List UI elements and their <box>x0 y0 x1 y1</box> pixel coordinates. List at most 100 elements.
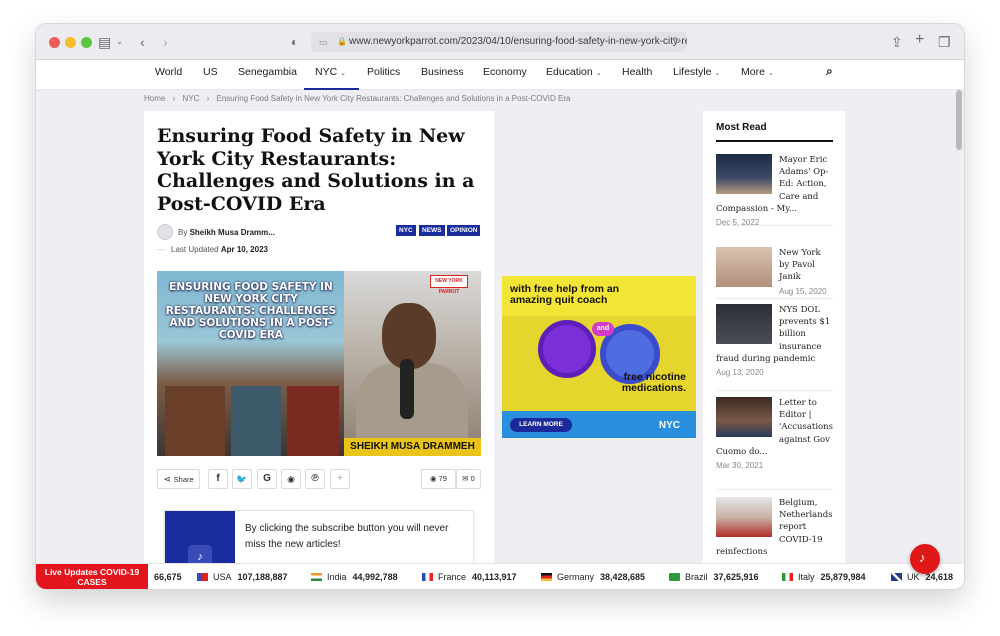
sidebar-toggle-icon[interactable]: ▤ <box>98 33 111 51</box>
lock-icon: 🔒 <box>337 37 347 46</box>
most-read-date: Aug 15, 2020 <box>779 286 827 296</box>
share-icon[interactable]: ⇪ <box>891 33 903 51</box>
hero-headline: ENSURING FOOD SAFETY IN NEW YORK CITY RE… <box>165 281 337 341</box>
nav-item-senegambia[interactable]: Senegambia <box>238 60 297 90</box>
article-card: Ensuring Food Safety in New York City Re… <box>144 111 494 583</box>
ad-banner[interactable]: with free help from an amazing quit coac… <box>502 276 696 438</box>
most-read-date: Mar 30, 2021 <box>716 461 764 471</box>
nav-item-health[interactable]: Health <box>622 60 652 90</box>
eye-icon: ◉ <box>430 474 437 483</box>
tab-overview-icon[interactable]: ❐ <box>938 33 951 51</box>
nav-item-world[interactable]: World <box>155 60 182 90</box>
breadcrumb: Home › NYC › Ensuring Food Safety in New… <box>144 94 570 103</box>
more-share-icon[interactable]: + <box>330 469 350 489</box>
breadcrumb-current: Ensuring Food Safety in New York City Re… <box>216 94 571 103</box>
article-thumbnail[interactable] <box>716 304 772 344</box>
article-thumbnail[interactable] <box>716 154 772 194</box>
chevron-down-icon: ⌄ <box>340 70 347 77</box>
privacy-shield-icon[interactable]: ◐ <box>291 33 298 51</box>
article-thumbnail[interactable] <box>716 397 772 437</box>
ad-and-badge: and <box>592 322 614 336</box>
most-read-date: Aug 13, 2020 <box>716 368 764 378</box>
updated-label: Last Updated <box>171 245 219 254</box>
india-flag-icon <box>311 573 322 581</box>
comments-count[interactable]: ✉ 0 <box>456 469 481 489</box>
country-value: 107,188,887 <box>237 572 288 582</box>
most-read-item[interactable]: Mayor Eric Adams' Op-Ed: Action, Care an… <box>716 154 833 227</box>
breadcrumb-home[interactable]: Home <box>144 94 165 103</box>
nav-item-economy[interactable]: Economy <box>483 60 527 90</box>
breadcrumb-section[interactable]: NYC <box>182 94 199 103</box>
google-icon[interactable]: G <box>257 469 277 489</box>
ticker-value: 66,675 <box>148 564 182 589</box>
chevron-down-icon: ⌄ <box>714 70 721 77</box>
learn-more-button[interactable]: LEARN MORE <box>510 418 572 432</box>
ticker-item-france: France 40,113,917 <box>422 564 517 589</box>
nav-item-politics[interactable]: Politics <box>367 60 400 90</box>
most-read-item[interactable]: Belgium, Netherlands report COVID-19 rei… <box>716 497 833 558</box>
twitter-icon[interactable]: 🐦 <box>232 469 252 489</box>
country-value: 24,618 <box>925 572 954 582</box>
facebook-icon[interactable]: f <box>208 469 228 489</box>
country-name: Germany <box>557 572 595 582</box>
article-thumbnail[interactable] <box>716 497 772 537</box>
tag-news[interactable]: NEWS <box>419 225 445 236</box>
hero-image[interactable]: ENSURING FOOD SAFETY IN NEW YORK CITY RE… <box>157 271 481 456</box>
ticker-item-usa: USA 107,188,887 <box>197 564 288 589</box>
nav-item-education[interactable]: Education ⌄ <box>546 60 602 90</box>
italy-flag-icon <box>782 573 793 581</box>
nav-item-more[interactable]: More ⌄ <box>741 60 774 90</box>
title-rule <box>716 140 833 142</box>
notification-bell-button[interactable]: ♪ <box>910 544 940 574</box>
search-icon[interactable]: ⌕ <box>826 59 833 89</box>
tag-opinion[interactable]: OPINION <box>447 225 481 236</box>
most-read-item[interactable]: Letter to Editor | 'Accusations against … <box>716 397 833 470</box>
most-read-item[interactable]: New York by Pavol Janik Aug 15, 2020 <box>716 247 833 296</box>
author-avatar[interactable] <box>157 224 173 240</box>
close-window-button[interactable] <box>49 37 60 48</box>
back-icon[interactable]: ‹ <box>140 33 145 51</box>
country-value: 40,113,917 <box>472 572 517 582</box>
pinterest-icon[interactable]: ℗ <box>305 469 325 489</box>
browser-window: ▤ ⌄ ‹ › ◐ ▭ 🔒 www.newyorkparrot.com/2023… <box>36 24 964 589</box>
share-button[interactable]: ⋖ Share <box>157 469 200 489</box>
url-text: www.newyorkparrot.com/2023/04/10/ensurin… <box>349 36 687 47</box>
browser-titlebar: ▤ ⌄ ‹ › ◐ ▭ 🔒 www.newyorkparrot.com/2023… <box>36 24 964 60</box>
nav-item-label: More <box>741 66 765 78</box>
reload-icon[interactable]: ↻ <box>673 32 681 52</box>
ticker-leading-value: 66,675 <box>154 572 182 582</box>
divider <box>716 225 833 226</box>
hero-restaurant-scene: ENSURING FOOD SAFETY IN NEW YORK CITY RE… <box>157 271 344 456</box>
us-flag-icon <box>197 573 208 581</box>
address-bar[interactable]: ▭ 🔒 www.newyorkparrot.com/2023/04/10/ens… <box>311 32 687 52</box>
tag-nyc[interactable]: NYC <box>396 225 416 236</box>
nav-item-lifestyle[interactable]: Lifestyle ⌄ <box>673 60 720 90</box>
page-scrollbar[interactable] <box>956 90 962 150</box>
covid-ticker: Live Updates COVID-19 CASES 66,675 USA 10… <box>36 563 964 589</box>
hero-name-banner: SHEIKH MUSA DRAMMEH <box>344 438 481 456</box>
author-name[interactable]: Sheikh Musa Dramm... <box>190 228 275 237</box>
nav-item-label: NYC <box>315 66 338 78</box>
nav-item-nyc[interactable]: NYC ⌄ <box>304 60 360 90</box>
forward-icon[interactable]: › <box>163 33 168 51</box>
share-label: Share <box>173 475 194 484</box>
zoom-window-button[interactable] <box>81 37 92 48</box>
microphone-icon <box>400 359 414 419</box>
country-name: USA <box>213 572 232 582</box>
most-read-item[interactable]: NYS DOL prevents $1 billion insurance fr… <box>716 304 833 377</box>
chevron-down-icon[interactable]: ⌄ <box>116 33 123 51</box>
reddit-icon[interactable]: ◉ <box>281 469 301 489</box>
views-value: 79 <box>438 474 447 483</box>
reader-icon[interactable]: ▭ <box>319 32 328 52</box>
ticker-item-italy: Italy 25,879,984 <box>782 564 866 589</box>
country-name: UK <box>907 572 920 582</box>
ticker-item-india: India 44,992,788 <box>311 564 398 589</box>
nav-item-us[interactable]: US <box>203 60 218 90</box>
minimize-window-button[interactable] <box>65 37 76 48</box>
breadcrumb-separator-icon: › <box>172 94 176 103</box>
new-tab-icon[interactable]: + <box>915 31 924 49</box>
uk-flag-icon <box>891 573 902 581</box>
country-value: 44,992,788 <box>352 572 398 582</box>
article-thumbnail[interactable] <box>716 247 772 287</box>
nav-item-business[interactable]: Business <box>421 60 464 90</box>
